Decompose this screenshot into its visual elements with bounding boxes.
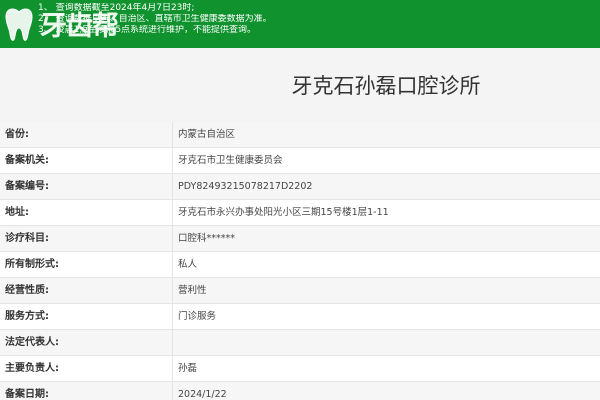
field-value: PDY82493215078217D2202 <box>178 181 313 192</box>
clinic-title: 牙克石孙磊口腔诊所 <box>291 74 481 98</box>
field-value: 私人 <box>178 259 198 270</box>
field-row-registration-number: 备案编号: PDY82493215078217D2202 <box>0 174 600 200</box>
field-label: 地址: <box>5 207 29 218</box>
field-row-business-nature: 经营性质: 营利性 <box>0 278 600 304</box>
field-label: 备案日期: <box>5 389 49 400</box>
field-value: 内蒙古自治区 <box>178 129 236 140</box>
title-row: 牙克石孙磊口腔诊所 <box>0 48 600 122</box>
field-row-departments: 诊疗科目: 口腔科****** <box>0 226 600 252</box>
watermark-logo: 牙齿帮 <box>4 4 134 48</box>
tooth-icon <box>5 8 33 41</box>
field-label: 省份: <box>5 129 29 140</box>
field-value: 2024/1/22 <box>178 389 227 400</box>
field-label: 所有制形式: <box>5 259 59 270</box>
column-divider <box>172 148 173 173</box>
column-divider <box>172 174 173 199</box>
field-row-service-type: 服务方式: 门诊服务 <box>0 304 600 330</box>
column-divider <box>172 382 173 400</box>
field-row-ownership: 所有制形式: 私人 <box>0 252 600 278</box>
field-row-principal: 主要负责人: 孙磊 <box>0 356 600 382</box>
watermark-text: 牙齿帮 <box>40 11 119 42</box>
column-divider <box>172 356 173 381</box>
column-divider <box>172 330 173 355</box>
detail-table: 省份: 内蒙古自治区 备案机关: 牙克石市卫生健康委员会 备案编号: PDY82… <box>0 122 600 400</box>
field-label: 主要负责人: <box>5 363 59 374</box>
field-row-address: 地址: 牙克石市永兴办事处阳光小区三期15号楼1层1-11 <box>0 200 600 226</box>
detail-panel: 牙克石孙磊口腔诊所 省份: 内蒙古自治区 备案机关: 牙克石市卫生健康委员会 备… <box>0 48 600 400</box>
field-value: 门诊服务 <box>178 311 217 322</box>
field-value: 牙克石市卫生健康委员会 <box>178 155 283 166</box>
field-row-authority: 备案机关: 牙克石市卫生健康委员会 <box>0 148 600 174</box>
field-row-legal-representative: 法定代表人: <box>0 330 600 356</box>
column-divider <box>172 278 173 303</box>
field-label: 诊疗科目: <box>5 233 49 244</box>
field-label: 备案机关: <box>5 155 49 166</box>
field-label: 法定代表人: <box>5 337 59 348</box>
column-divider <box>172 252 173 277</box>
field-label: 经营性质: <box>5 285 49 296</box>
column-divider <box>172 122 173 147</box>
field-row-province: 省份: 内蒙古自治区 <box>0 122 600 148</box>
column-divider <box>172 226 173 251</box>
field-value: 口腔科****** <box>178 233 236 244</box>
field-label: 备案编号: <box>5 181 49 192</box>
page: 1、 查询数据截至2024年4月7日23时; 2、 查询数据以省、自治区、直辖市… <box>0 0 600 400</box>
field-value: 营利性 <box>178 285 207 296</box>
column-divider <box>172 200 173 225</box>
column-divider <box>172 304 173 329</box>
field-label: 服务方式: <box>5 311 49 322</box>
field-value: 孙磊 <box>178 363 198 374</box>
field-value: 牙克石市永兴办事处阳光小区三期15号楼1层1-11 <box>178 207 389 218</box>
field-row-registration-date: 备案日期: 2024/1/22 <box>0 382 600 400</box>
